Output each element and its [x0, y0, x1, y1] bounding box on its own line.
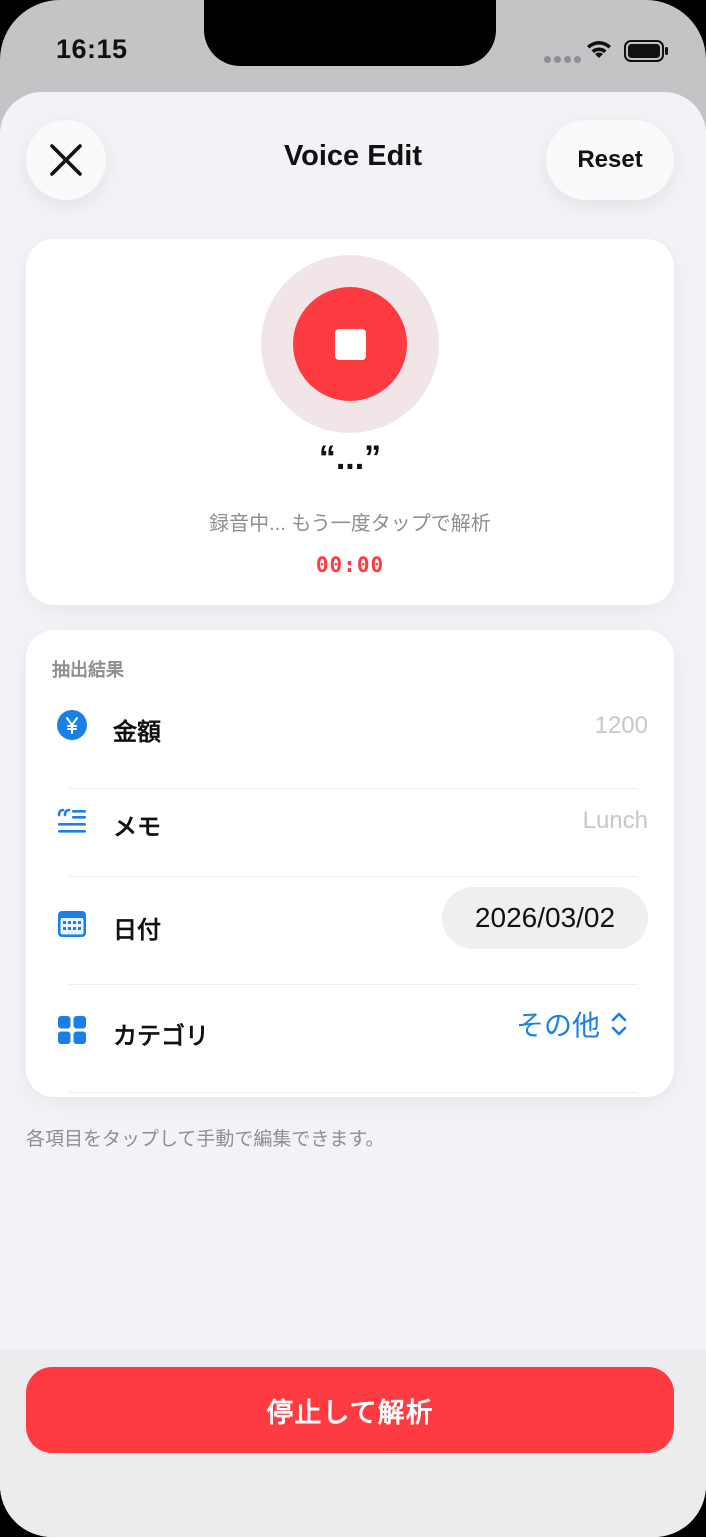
date-picker[interactable]: 2026/03/02	[442, 887, 648, 949]
memo-quote-icon	[57, 808, 86, 833]
bottom-action-bar: 停止して解析	[0, 1349, 706, 1537]
transcript-text: “...”	[318, 439, 382, 477]
amount-row[interactable]: 金額 1200	[26, 700, 674, 790]
recording-timer: 00:00	[315, 553, 385, 577]
memo-value[interactable]: Lunch	[583, 807, 648, 835]
date-label: 日付	[113, 917, 161, 944]
amount-value[interactable]: 1200	[595, 712, 648, 740]
status-time: 16:15	[56, 34, 128, 64]
memo-row[interactable]: メモ Lunch	[26, 788, 674, 876]
chevron-up-down-icon	[611, 1012, 627, 1036]
status-bar: 16:15	[0, 0, 706, 92]
extraction-results-card: 抽出結果 金額 1200 メモ Lunch 日付 2026/03/02 カテゴリ…	[26, 630, 674, 1097]
device-frame: 16:15 Voice Edit Reset “...” 録音中... もう一度…	[0, 0, 706, 1537]
category-label: カテゴリ	[113, 1023, 209, 1050]
wifi-icon	[587, 41, 611, 58]
memo-label: メモ	[113, 814, 161, 841]
stop-icon	[334, 328, 366, 360]
battery-icon	[624, 40, 668, 62]
category-grid-icon	[58, 1016, 86, 1044]
reset-button[interactable]: Reset	[546, 120, 674, 200]
section-title: 抽出結果	[52, 660, 124, 680]
signal-dots-icon	[544, 50, 584, 68]
notch	[204, 0, 496, 66]
screen: 16:15 Voice Edit Reset “...” 録音中... もう一度…	[0, 0, 706, 1537]
voice-edit-sheet: Voice Edit Reset “...” 録音中... もう一度タップで解析…	[0, 92, 706, 1537]
calendar-icon	[58, 911, 86, 937]
amount-label: 金額	[113, 719, 161, 746]
recorder-card: “...” 録音中... もう一度タップで解析 00:00	[26, 239, 674, 605]
status-icons	[544, 36, 674, 64]
yen-circle-icon	[57, 710, 87, 740]
stop-recording-button[interactable]	[293, 287, 407, 401]
stop-and-analyze-button[interactable]: 停止して解析	[26, 1367, 674, 1453]
edit-hint: 各項目をタップして手動で編集できます。	[26, 1129, 385, 1150]
divider	[68, 1092, 638, 1093]
category-select[interactable]: その他	[516, 1004, 628, 1044]
recording-hint: 録音中... もう一度タップで解析	[209, 513, 491, 535]
category-value: その他	[515, 1010, 600, 1041]
